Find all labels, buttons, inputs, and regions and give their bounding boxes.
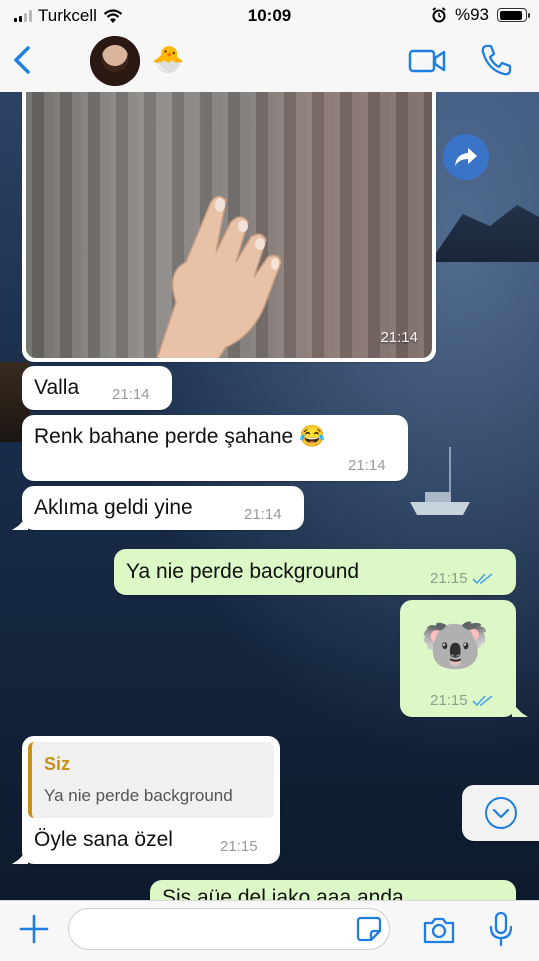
- microphone-icon[interactable]: [488, 911, 514, 947]
- message-text: Valla: [34, 376, 80, 399]
- phone-icon[interactable]: [478, 42, 514, 78]
- message-time: 21:15: [430, 570, 494, 587]
- wallpaper-mountains: [430, 205, 539, 262]
- message-time: 21:15: [430, 692, 494, 709]
- composer-bar: [0, 900, 539, 961]
- read-ticks-icon: [471, 694, 493, 706]
- contact-emoji[interactable]: 🐣: [152, 44, 184, 75]
- forward-arrow-icon: [455, 148, 477, 166]
- message-text: Aklıma geldi yine: [34, 496, 193, 519]
- message-photo[interactable]: 21:14: [26, 92, 432, 358]
- message-bubble[interactable]: Sis aüe del iako aaa anda: [150, 880, 516, 900]
- quote-text: Ya nie perde background: [44, 786, 233, 805]
- message-text: Sis aüe del iako aaa anda: [162, 886, 404, 900]
- wallpaper-boat: [410, 447, 470, 515]
- status-bar: Turkcell 10:09 %93: [0, 0, 539, 30]
- message-bubble[interactable]: Valla 21:14: [22, 366, 172, 410]
- video-camera-icon[interactable]: [408, 45, 446, 77]
- message-text: Renk bahane perde şahane 😂: [34, 425, 326, 448]
- scroll-down-button[interactable]: [462, 785, 539, 841]
- message-time: 21:14: [112, 386, 150, 403]
- battery-icon: [497, 8, 530, 22]
- sticker-icon[interactable]: [355, 915, 383, 943]
- quote-author: Siz: [44, 754, 71, 774]
- read-ticks-icon: [471, 572, 493, 584]
- avatar[interactable]: [90, 36, 140, 86]
- camera-icon[interactable]: [422, 915, 456, 945]
- alarm-icon: [432, 7, 446, 23]
- battery-percent: %93: [454, 5, 489, 24]
- forward-button[interactable]: [443, 134, 489, 180]
- message-bubble[interactable]: Renk bahane perde şahane 😂 21:14: [22, 415, 408, 481]
- message-text: Ya nie perde background: [126, 560, 360, 583]
- message-time: 21:14: [244, 506, 282, 523]
- koala-emoji: 🐨: [420, 613, 490, 676]
- message-text: Öyle sana özel: [34, 828, 173, 851]
- quoted-message[interactable]: Siz Ya nie perde background: [28, 742, 274, 818]
- message-time: 21:15: [220, 838, 258, 855]
- chevron-down-icon: [484, 797, 517, 829]
- reply-message[interactable]: Siz Ya nie perde background Öyle sana öz…: [22, 736, 280, 864]
- status-right: %93: [431, 5, 530, 25]
- message-bubble[interactable]: Ya nie perde background 21:15: [114, 549, 516, 595]
- chat-header: 🐣: [0, 30, 539, 93]
- image-message[interactable]: 21:14: [22, 92, 436, 362]
- message-time: 21:14: [348, 457, 386, 474]
- message-input[interactable]: [68, 908, 390, 950]
- plus-icon[interactable]: [18, 913, 50, 945]
- chevron-left-icon[interactable]: [8, 42, 38, 78]
- sticker-message[interactable]: 🐨 21:15: [400, 600, 516, 717]
- hand-photo: [156, 195, 282, 358]
- image-timestamp: 21:14: [380, 329, 418, 346]
- message-bubble[interactable]: Aklıma geldi yine 21:14: [22, 486, 304, 530]
